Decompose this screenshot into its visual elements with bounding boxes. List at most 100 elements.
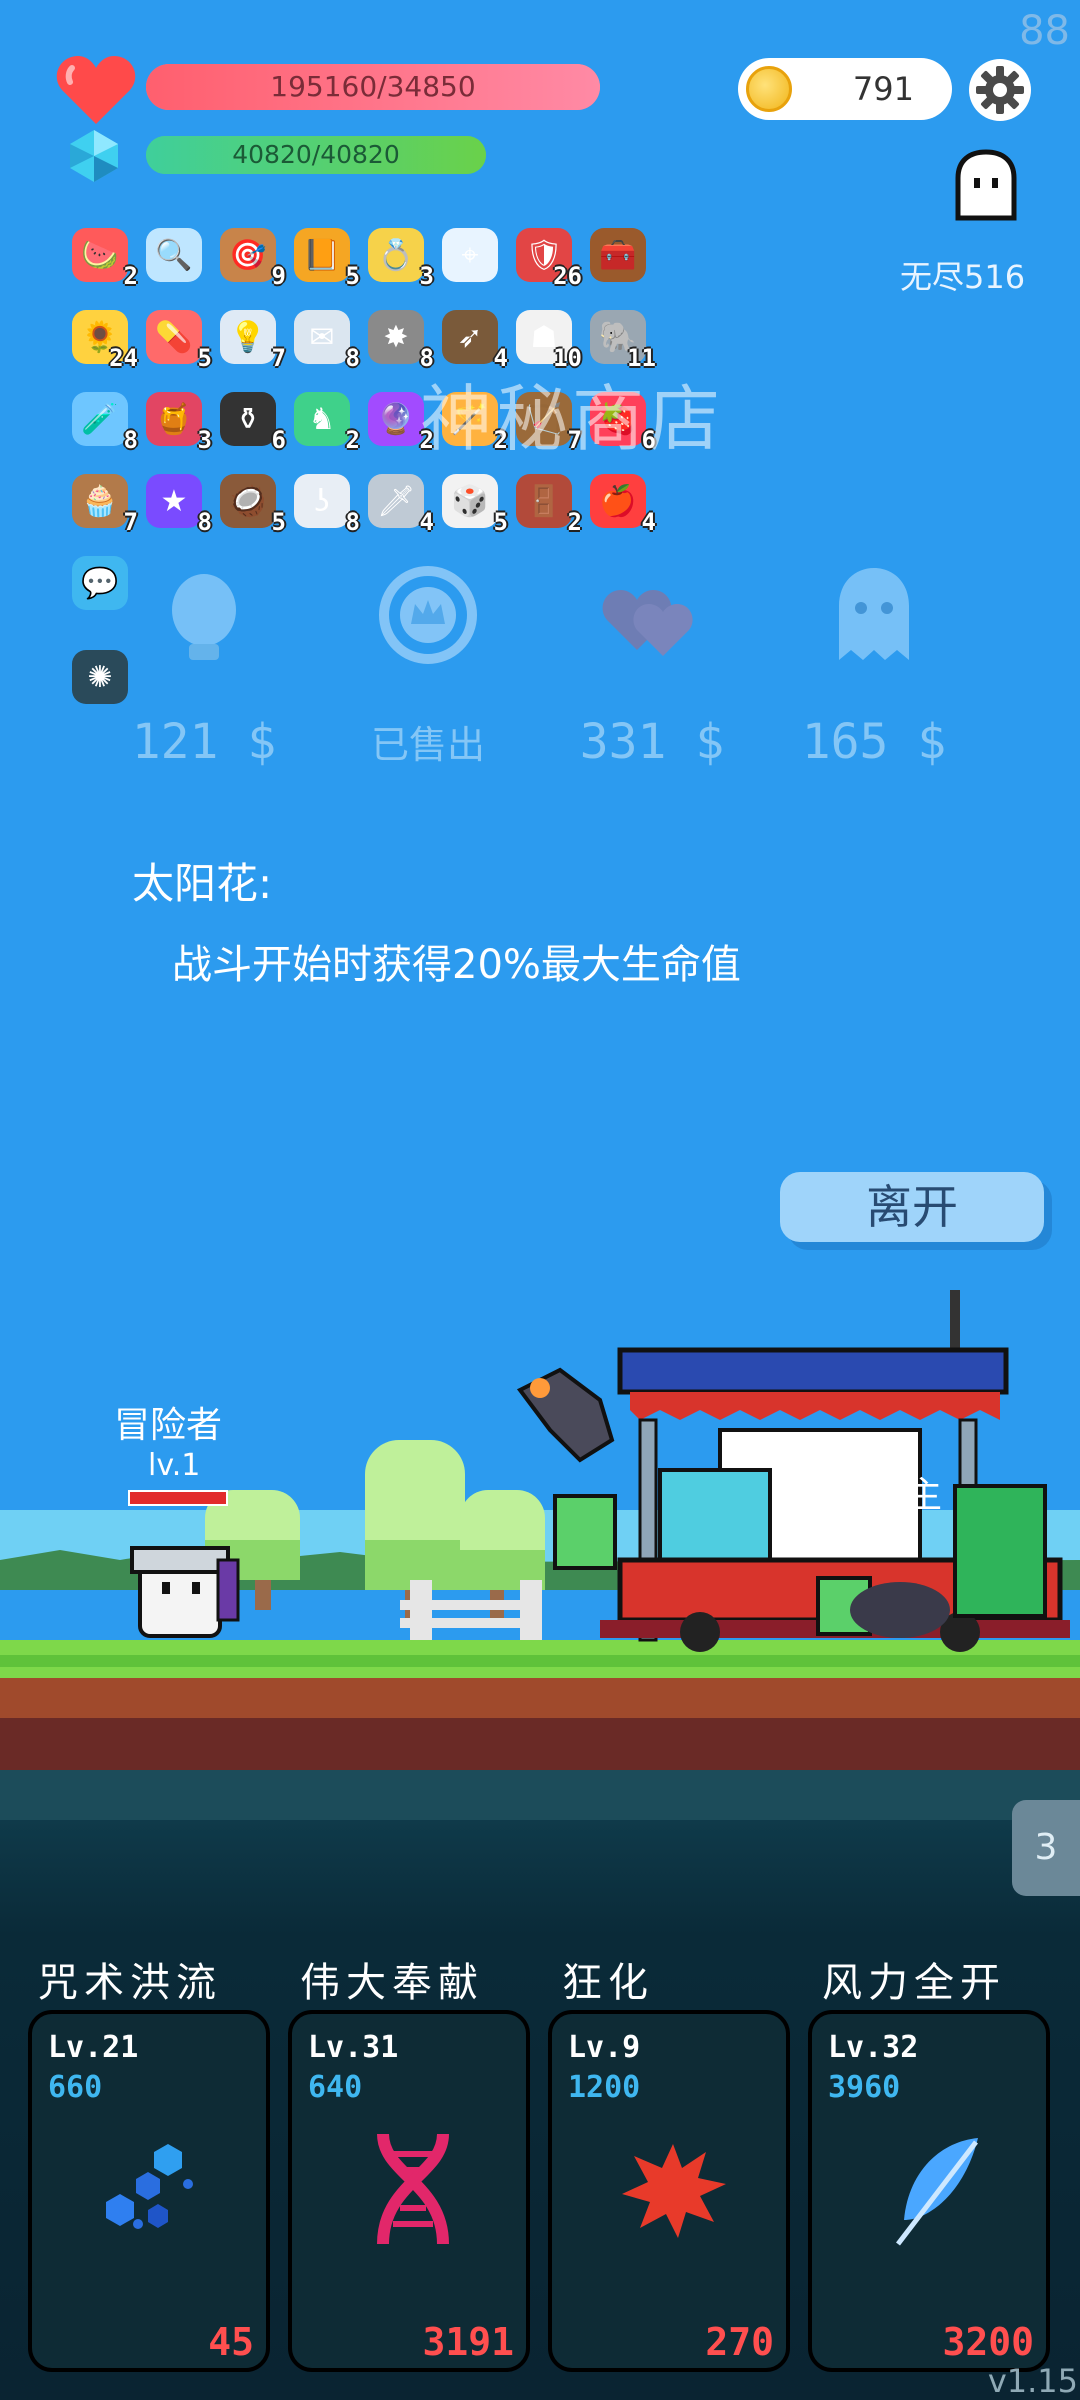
elephant-icon[interactable]: 🐘 11 [588,306,656,372]
letter-icon[interactable]: ✉ 8 [292,306,360,372]
crosshair-icon[interactable]: ⌖ [440,224,500,284]
shield-icon[interactable]: 🛡 26 [514,224,582,290]
coin-icon [746,66,792,112]
arrows-icon-glyph: ➶ [442,310,498,364]
skill-level: Lv.21 [48,2030,139,2065]
cake-icon-glyph: 🧁 [72,474,128,528]
skill-1-name: 咒术洪流 [38,1960,222,2006]
target-icon[interactable]: 🎯 9 [218,224,286,290]
item-count: 7 [271,344,286,372]
item-count: 8 [345,344,360,372]
target-icon-glyph: 🎯 [220,228,276,282]
door-icon[interactable]: 🚪 2 [514,470,582,536]
apple-icon-glyph: 🍎 [590,474,646,528]
shopkeeper-name: 店主 [870,1475,943,1516]
potion-icon[interactable]: 🧪 8 [70,388,138,454]
ghost-icon[interactable] [950,148,1022,224]
skill-cost: 640 [308,2070,363,2105]
dice-icon[interactable]: 🎲 5 [440,470,508,536]
adventurer-hp-bar [128,1490,228,1506]
side-tab[interactable]: 3 [1012,1800,1080,1896]
skill-cost: 1200 [568,2070,641,2105]
skill-card-2[interactable]: Lv.31 640 3191 [288,2010,530,2372]
cauldron-icon-glyph: ⚱ [220,392,276,446]
watermelon-icon[interactable]: 🍉 2 [70,224,138,290]
item-count: 9 [271,262,286,290]
skill-2-name: 伟大奉献 [300,1960,484,2006]
splat-icon [622,2144,726,2238]
skill-card-4[interactable]: Lv.32 3960 3200 [808,2010,1050,2372]
skill-level: Lv.31 [308,2030,399,2065]
item-count: 8 [123,426,138,454]
bulb-icon[interactable]: 💡 7 [218,306,286,372]
skill-value: 3200 [942,2320,1034,2364]
potion-icon-glyph: 🧪 [72,392,128,446]
hex-bubbles-icon [106,2144,193,2229]
skill-card-1[interactable]: Lv.21 660 45 [28,2010,270,2372]
orb-icon-glyph: 🔮 [368,392,424,446]
skill-cost: 660 [48,2070,103,2105]
shop-offer-3-price: 331 $ [579,714,725,770]
magnifier-icon-glyph: 🔍 [146,228,202,282]
hp-text: 195160/34850 [270,70,476,103]
coin-counter: 791 [738,58,952,120]
spike-icon[interactable]: ✸ 8 [366,306,434,372]
leave-button[interactable]: 离开 [780,1172,1044,1242]
dice-icon-glyph: 🎲 [442,474,498,528]
book-icon[interactable]: 📙 5 [292,224,360,290]
chest-icon[interactable]: 🧰 [588,224,648,284]
cauldron-icon[interactable]: ⚱ 6 [218,388,286,454]
statue-icon[interactable]: ♞ 2 [292,388,360,454]
cake-icon[interactable]: 🧁 7 [70,470,138,536]
shop-offer-4-price: 165 $ [801,714,947,770]
bulb-icon-glyph: 💡 [220,310,276,364]
book-icon-glyph: 📙 [294,228,350,282]
magnifier-icon[interactable]: 🔍 [144,224,204,284]
gear-icon[interactable] [968,58,1032,122]
item-count: 24 [109,344,138,372]
shop-title: 神秘商店 [420,377,725,461]
orb-icon[interactable]: 🔮 2 [366,388,434,454]
ghost-icon [839,568,909,660]
ghost-cow-icon[interactable]: ☗ 10 [514,306,582,372]
item-count: 7 [123,508,138,536]
jam-icon[interactable]: 🍯 3 [144,388,212,454]
skill-card-3[interactable]: Lv.9 1200 270 [548,2010,790,2372]
spike-icon-glyph: ✸ [368,310,424,364]
shop-offer-1[interactable]: 121 $ [104,560,304,770]
magic-box-icon[interactable]: ★ 8 [144,470,212,536]
shop-offer-4[interactable]: 165 $ [774,560,974,770]
hearts-icon [602,590,693,656]
feather-icon [896,2138,978,2246]
arrows-icon[interactable]: ➶ 4 [440,306,508,372]
item-count: 2 [345,426,360,454]
skill-level: Lv.9 [568,2030,641,2065]
chest-icon-glyph: 🧰 [590,228,646,282]
hook-icon-glyph: ʖ [294,474,350,528]
shop-offer-2-sold: 已售出 [370,723,485,767]
ring-icon[interactable]: 💍 3 [366,224,434,290]
endless-mode-label: 无尽516 [900,258,1026,296]
fps-counter: 88 [1019,8,1070,54]
skill-value: 45 [208,2320,254,2364]
coconut-icon[interactable]: 🥥 5 [218,470,286,536]
item-count: 3 [419,262,434,290]
skill-cost: 3960 [828,2070,901,2105]
skill-value: 270 [705,2320,774,2364]
crosshair-icon-glyph: ⌖ [442,228,498,282]
skill-level: Lv.32 [828,2030,919,2065]
sunflower-icon[interactable]: 🌻 24 [70,306,138,372]
coconut-icon-glyph: 🥥 [220,474,276,528]
item-count: 2 [123,262,138,290]
version-label: v1.15 [987,2362,1078,2400]
shop-cart [516,1290,1070,1652]
shop-offer-3[interactable]: 331 $ [552,560,752,770]
crown-badge-icon [379,566,477,664]
ring-icon-glyph: 💍 [368,228,424,282]
apple-icon[interactable]: 🍎 4 [588,470,656,536]
pill-icon[interactable]: 💊 5 [144,306,212,372]
hook-icon[interactable]: ʖ8 [292,470,360,536]
pill-icon-glyph: 💊 [146,310,202,364]
sword-icon[interactable]: 🗡 4 [366,470,434,536]
item-count: 4 [641,508,656,536]
